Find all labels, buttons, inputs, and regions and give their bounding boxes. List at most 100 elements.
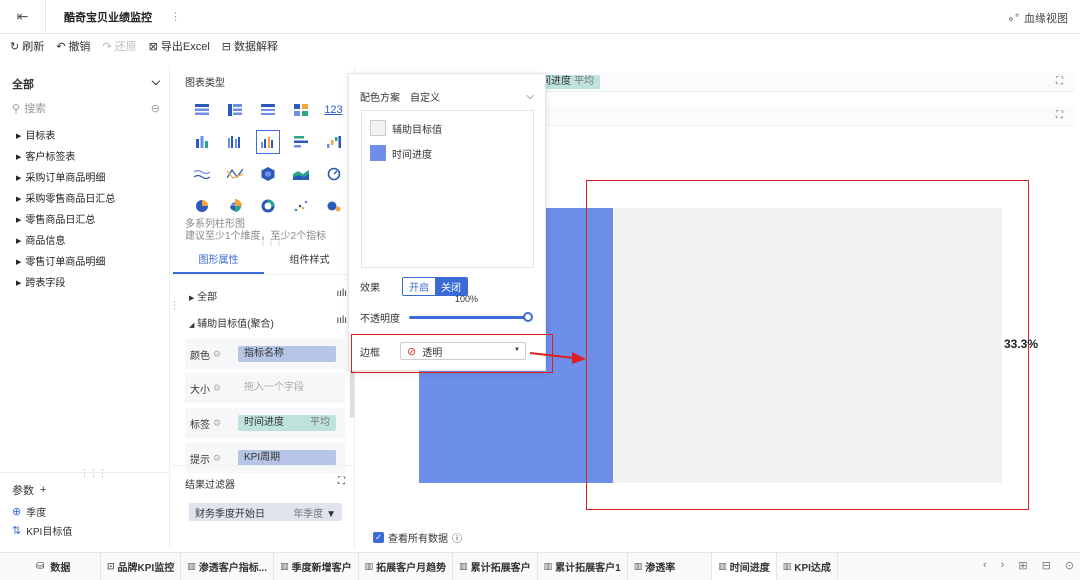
data-tab[interactable]: ⛁ 数据	[0, 559, 100, 574]
shelf-settings-icon[interactable]: ⛶	[1056, 110, 1063, 121]
color-swatch[interactable]	[370, 145, 386, 161]
collapse-up-icon[interactable]: ⊙	[1065, 559, 1074, 572]
caret-right-icon: ▶	[16, 238, 22, 245]
area-chart-icon[interactable]	[284, 158, 317, 190]
settings-icon[interactable]: ⚙	[213, 418, 221, 429]
chevron-down-icon[interactable]: ⌵	[526, 91, 534, 102]
radar-chart-icon[interactable]	[251, 158, 284, 190]
sheet-tab[interactable]: ▥ 时间进度	[711, 552, 776, 580]
sheet-tab[interactable]: ⊡ 品牌KPI监控	[100, 552, 180, 580]
donut-chart-icon[interactable]	[251, 190, 284, 222]
sheet-tab[interactable]: ▥ 累计拓展客户1	[536, 552, 627, 580]
settings-icon[interactable]: ⚙	[213, 453, 221, 464]
field-table-item[interactable]: ▶ 零售订单商品明细	[16, 252, 115, 273]
chevron-right-icon[interactable]: ›	[1001, 559, 1005, 572]
param-item[interactable]: ⊕ 季度	[12, 504, 46, 519]
number-icon[interactable]: 123	[317, 94, 350, 126]
checkbox-checked-icon[interactable]: ✓	[373, 532, 384, 543]
bar-settings-icon[interactable]: ıılı	[336, 315, 347, 330]
color-swatch[interactable]	[370, 120, 386, 136]
divider	[0, 472, 170, 473]
scope-select[interactable]: 全部 ⌵	[12, 76, 160, 92]
color-field-row[interactable]: 颜色 ⚙ 指标名称	[185, 339, 345, 369]
kpi-card-icon[interactable]	[284, 94, 317, 126]
data-explain-button[interactable]: ⊟ 数据解释	[222, 38, 278, 54]
effect-off-button[interactable]: 关闭	[435, 278, 467, 295]
refresh-button[interactable]: ↻ 刷新	[10, 38, 44, 54]
bar-settings-icon[interactable]: ıılı	[336, 288, 347, 303]
bubble-chart-icon[interactable]	[317, 190, 350, 222]
shelf-settings-icon[interactable]: ⛶	[1056, 76, 1063, 87]
more-menu-icon[interactable]: ⋮	[170, 10, 181, 23]
redo-button[interactable]: ↷ 还原	[102, 38, 136, 54]
settings-icon[interactable]: ⚙	[213, 349, 221, 360]
label-field-row[interactable]: 标签 ⚙ 时间进度 平均	[185, 408, 345, 438]
stacked-bar-icon[interactable]	[185, 126, 218, 158]
multi-line-icon[interactable]	[218, 158, 251, 190]
search-input[interactable]: 搜索	[24, 100, 46, 116]
info-icon[interactable]: ⓘ	[452, 530, 462, 545]
chevron-left-icon[interactable]: ‹	[983, 559, 987, 572]
export-excel-button[interactable]: ⊠ 导出Excel	[149, 38, 210, 54]
sheet-tab[interactable]: ▥ 渗透客户指标...	[180, 552, 273, 580]
field-table-item[interactable]: ▶ 目标表	[16, 126, 115, 147]
chart-config-panel: 图表类型 123 多系列柱形图 建议至少1个维度，至少2个指标 ⋮⋮⋮ 图形属性…	[173, 66, 355, 548]
view-all-data[interactable]: ✓ 查看所有数据 ⓘ	[373, 530, 462, 545]
filter-pill[interactable]: 财务季度开始日 年季度 ▼	[189, 503, 342, 521]
property-group-all[interactable]: ▶ 全部 ıılı	[189, 288, 347, 303]
opacity-slider-track[interactable]	[409, 316, 527, 319]
horizontal-bar-icon[interactable]	[284, 126, 317, 158]
color-item[interactable]: 辅助目标值	[370, 120, 442, 136]
filter-lock-icon[interactable]: ⛶	[338, 476, 345, 491]
tab-graphic-properties[interactable]: 图形属性	[173, 249, 264, 274]
field-table-item[interactable]: ▶ 商品信息	[16, 231, 115, 252]
scatter-chart-icon[interactable]	[284, 190, 317, 222]
cross-table-icon[interactable]	[218, 94, 251, 126]
config-tabs: 图形属性 组件样式	[173, 249, 355, 275]
resize-handle[interactable]: ⋮⋮⋮	[259, 238, 283, 247]
size-drop-target[interactable]: 拖入一个字段	[238, 380, 310, 396]
color-item[interactable]: 时间进度	[370, 145, 432, 161]
filter-icon[interactable]: ▼	[326, 509, 336, 520]
label-field-pill[interactable]: 时间进度 平均	[238, 415, 336, 431]
sheet-tab[interactable]: ▥ KPI达成	[775, 552, 838, 580]
line-chart-icon[interactable]	[185, 158, 218, 190]
color-field-pill[interactable]: 指标名称	[238, 346, 336, 362]
waterfall-icon[interactable]	[317, 126, 350, 158]
add-component-icon[interactable]: ⊟	[1042, 559, 1051, 572]
effect-on-button[interactable]: 开启	[403, 278, 435, 295]
gauge-chart-icon[interactable]	[317, 158, 350, 190]
result-filter-header: 结果过滤器 ⛶	[185, 476, 345, 491]
settings-icon[interactable]: ⚙	[213, 383, 221, 394]
field-table-item[interactable]: ▶ 采购订单商品明细	[16, 168, 115, 189]
multi-series-bar-icon[interactable]	[251, 126, 284, 158]
undo-button[interactable]: ↶ 撤销	[56, 38, 90, 54]
field-table-label: 商品信息	[25, 236, 66, 247]
back-icon[interactable]: ⇤	[0, 0, 46, 34]
add-dashboard-icon[interactable]: ⊞	[1018, 559, 1027, 572]
property-group-aux[interactable]: ◢ 辅助目标值(聚合) ıılı	[189, 315, 347, 330]
field-table-item[interactable]: ▶ 跨表字段	[16, 273, 115, 294]
color-scheme-row[interactable]: 配色方案 自定义 ⌵	[360, 89, 538, 104]
more-options-icon[interactable]: ⊖	[151, 102, 160, 115]
search-box[interactable]: ⚲ 搜索 ⊖	[12, 100, 160, 116]
lineage-view-button[interactable]: ∘∘ 血缘视图	[1007, 10, 1068, 26]
param-item[interactable]: ⇅ KPI目标值	[12, 523, 72, 538]
tab-component-style[interactable]: 组件样式	[264, 249, 355, 274]
detail-table-icon[interactable]	[251, 94, 284, 126]
table-chart-icon[interactable]	[185, 94, 218, 126]
field-table-item[interactable]: ▶ 采购零售商品日汇总	[16, 189, 115, 210]
sheet-tab-label: 季度新增客户	[291, 563, 352, 574]
opacity-slider-handle[interactable]	[523, 312, 533, 322]
sheet-tab[interactable]: ▥ 拓展客户月趋势	[357, 552, 453, 580]
add-param-icon[interactable]: +	[40, 484, 46, 496]
sheet-tab[interactable]: ▥ 渗透率	[626, 552, 682, 580]
sheet-tab[interactable]: ▥ 累计拓展客户	[452, 552, 537, 580]
resize-handle[interactable]: ⋮⋮⋮	[80, 468, 107, 479]
tooltip-field-pill[interactable]: KPI周期	[238, 450, 336, 466]
size-field-row[interactable]: 大小 ⚙ 拖入一个字段	[185, 373, 345, 403]
field-table-item[interactable]: ▶ 零售商品日汇总	[16, 210, 115, 231]
field-table-item[interactable]: ▶ 客户标签表	[16, 147, 115, 168]
grouped-bar-icon[interactable]	[218, 126, 251, 158]
sheet-tab[interactable]: ▥ 季度新增客户	[273, 552, 358, 580]
